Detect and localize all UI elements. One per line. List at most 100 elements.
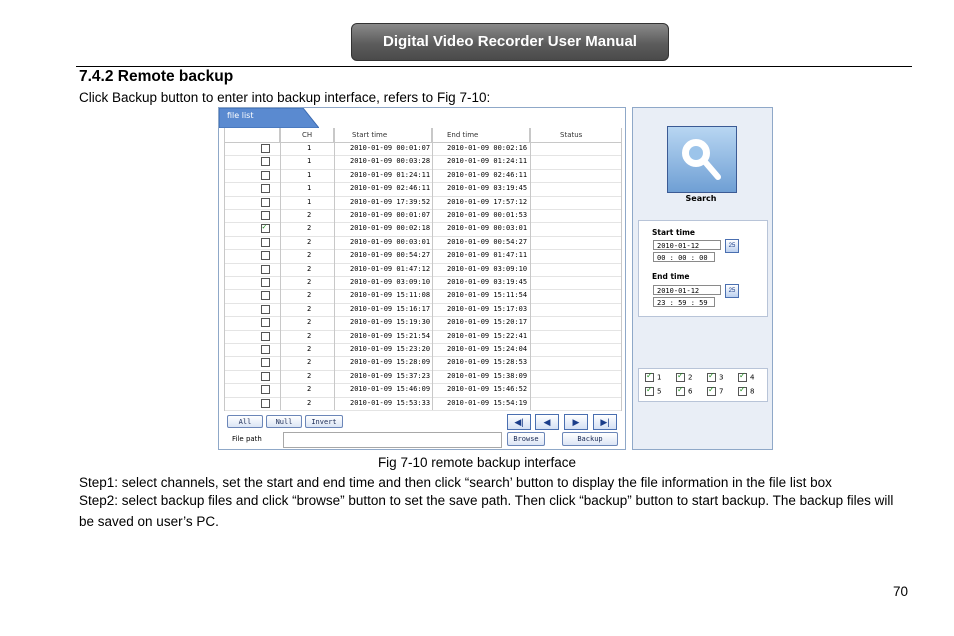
row-checkbox[interactable]: [261, 385, 270, 395]
row-channel: 1: [307, 157, 312, 166]
row-checkbox[interactable]: [261, 318, 270, 328]
table-row[interactable]: 2 2010-01-09 15:11:08 2010-01-09 15:11:54: [225, 289, 621, 304]
col-header-ch: CH: [280, 128, 334, 142]
row-end-time: 2010-01-09 03:09:10: [447, 264, 528, 273]
row-channel: 2: [307, 211, 312, 219]
page-number: 70: [893, 584, 909, 599]
row-end-time: 2010-01-09 15:24:04: [447, 345, 528, 353]
intro-text: Click Backup button to enter into backup…: [79, 90, 491, 105]
prev-page-icon[interactable]: ◀: [535, 414, 559, 430]
section-title: 7.4.2 Remote backup: [79, 68, 234, 85]
row-checkbox[interactable]: [261, 345, 270, 354]
first-page-icon[interactable]: ◀|: [507, 414, 531, 430]
table-row[interactable]: 2 2010-01-09 15:21:54 2010-01-09 15:22:41: [225, 330, 621, 344]
table-row[interactable]: 1 2010-01-09 02:46:11 2010-01-09 03:19:45: [225, 182, 621, 197]
channel-label: 1: [657, 373, 662, 382]
row-end-time: 2010-01-09 02:46:11: [447, 170, 528, 179]
row-end-time: 2010-01-09 00:54:27: [447, 237, 528, 246]
end-date-field[interactable]: 2010-01-12: [653, 285, 721, 295]
row-channel: 2: [307, 385, 312, 394]
table-row[interactable]: 2 2010-01-09 15:46:09 2010-01-09 15:46:52: [225, 383, 621, 398]
manual-header: Digital Video Recorder User Manual: [351, 23, 669, 61]
table-row[interactable]: 2 2010-01-09 01:47:12 2010-01-09 03:09:10: [225, 263, 621, 277]
table-row[interactable]: 2 2010-01-09 00:01:07 2010-01-09 00:01:53: [225, 209, 621, 224]
col-header-start: Start time: [334, 128, 432, 142]
col-header-status: Status: [560, 131, 583, 139]
row-checkbox[interactable]: [261, 304, 270, 314]
channel-checkbox[interactable]: 1: [645, 371, 662, 382]
table-row[interactable]: 1 2010-01-09 01:24:11 2010-01-09 02:46:11: [225, 169, 621, 184]
end-calendar-icon[interactable]: 25: [725, 284, 739, 298]
browse-button[interactable]: Browse: [507, 432, 545, 446]
row-checkbox[interactable]: [261, 371, 270, 381]
channel-checkbox[interactable]: 7: [707, 385, 723, 396]
start-date-field[interactable]: 2010-01-12: [653, 240, 721, 250]
file-path-input[interactable]: [283, 432, 502, 448]
table-row[interactable]: 2 2010-01-09 15:28:09 2010-01-09 15:28:53: [225, 356, 621, 371]
row-channel: 2: [307, 304, 312, 313]
table-row[interactable]: 1 2010-01-09 17:39:52 2010-01-09 17:57:12: [225, 196, 621, 210]
last-page-icon[interactable]: ▶|: [593, 414, 617, 430]
row-checkbox[interactable]: [261, 291, 270, 301]
start-time-field[interactable]: 00 : 00 : 00: [653, 252, 715, 262]
row-end-time: 2010-01-09 01:24:11: [447, 157, 528, 166]
row-checkbox[interactable]: [261, 211, 270, 220]
table-row[interactable]: 2 2010-01-09 03:09:10 2010-01-09 03:19:45: [225, 276, 621, 291]
table-row[interactable]: 1 2010-01-09 00:03:28 2010-01-09 01:24:11: [225, 155, 621, 170]
row-start-time: 2010-01-09 17:39:52: [350, 197, 431, 206]
select-null-button[interactable]: Null: [266, 415, 302, 428]
col-divider: [432, 128, 433, 410]
col-divider: [334, 128, 335, 410]
channel-label: 3: [719, 373, 724, 382]
invert-button[interactable]: Invert: [305, 415, 343, 428]
channel-checkbox[interactable]: 3: [707, 371, 724, 382]
row-checkbox[interactable]: [261, 264, 270, 274]
row-checkbox[interactable]: [261, 278, 270, 287]
row-end-time: 2010-01-09 15:28:53: [447, 358, 528, 367]
checkbox-checked-icon: [676, 371, 685, 382]
end-time-label: End time: [652, 272, 690, 281]
row-checkbox[interactable]: [261, 251, 270, 261]
col-header-end: End time: [432, 128, 530, 142]
table-row[interactable]: 1 2010-01-09 00:01:07 2010-01-09 00:02:16: [225, 142, 621, 157]
file-list-tab[interactable]: file list: [219, 108, 319, 128]
table-row[interactable]: 2 2010-01-09 00:54:27 2010-01-09 01:47:11: [225, 249, 621, 264]
row-end-time: 2010-01-09 15:11:54: [447, 291, 528, 300]
row-checkbox[interactable]: [261, 157, 270, 167]
row-checkbox[interactable]: [261, 222, 270, 234]
table-row[interactable]: 2 2010-01-09 00:02:18 2010-01-09 00:03:01: [225, 222, 621, 237]
channel-checkbox[interactable]: 4: [738, 371, 754, 382]
channel-checkbox[interactable]: 2: [676, 371, 692, 382]
table-row[interactable]: 2 2010-01-09 15:16:17 2010-01-09 15:17:03: [225, 303, 621, 318]
row-checkbox[interactable]: [261, 358, 270, 368]
channel-label: 8: [750, 387, 755, 396]
table-row[interactable]: 2 2010-01-09 15:37:23 2010-01-09 15:38:09: [225, 370, 621, 385]
row-checkbox[interactable]: [261, 197, 270, 207]
row-checkbox[interactable]: [261, 184, 270, 194]
table-row[interactable]: 2 2010-01-09 15:53:33 2010-01-09 15:54:19: [225, 397, 621, 411]
row-channel: 2: [307, 291, 312, 300]
table-row[interactable]: 2 2010-01-09 00:03:01 2010-01-09 00:54:27: [225, 236, 621, 251]
row-checkbox[interactable]: [261, 331, 270, 341]
table-row[interactable]: 2 2010-01-09 15:23:20 2010-01-09 15:24:04: [225, 343, 621, 358]
row-channel: 1: [307, 184, 312, 193]
table-row[interactable]: 2 2010-01-09 15:19:30 2010-01-09 15:20:17: [225, 316, 621, 331]
channel-checkbox[interactable]: 5: [645, 385, 661, 396]
channel-selector: 1 2 3 4 5 6 7 8: [638, 368, 768, 402]
row-checkbox[interactable]: [261, 398, 270, 408]
row-channel: 2: [307, 398, 312, 407]
next-page-icon[interactable]: ▶: [564, 414, 588, 430]
backup-button[interactable]: Backup: [562, 432, 618, 446]
row-checkbox[interactable]: [261, 170, 270, 180]
select-all-button[interactable]: All: [227, 415, 263, 428]
tab-label: file list: [227, 111, 254, 120]
end-time-field[interactable]: 23 : 59 : 59: [653, 297, 715, 307]
row-checkbox[interactable]: [261, 237, 270, 247]
channel-checkbox[interactable]: 6: [676, 385, 692, 396]
row-checkbox[interactable]: [261, 144, 270, 153]
channel-checkbox[interactable]: 8: [738, 385, 755, 396]
time-range-box: Start time 2010-01-12 25 00 : 00 : 00 En…: [638, 220, 768, 317]
search-button[interactable]: [667, 126, 737, 193]
start-calendar-icon[interactable]: 25: [725, 239, 739, 253]
row-end-time: 2010-01-09 03:19:45: [447, 278, 528, 286]
